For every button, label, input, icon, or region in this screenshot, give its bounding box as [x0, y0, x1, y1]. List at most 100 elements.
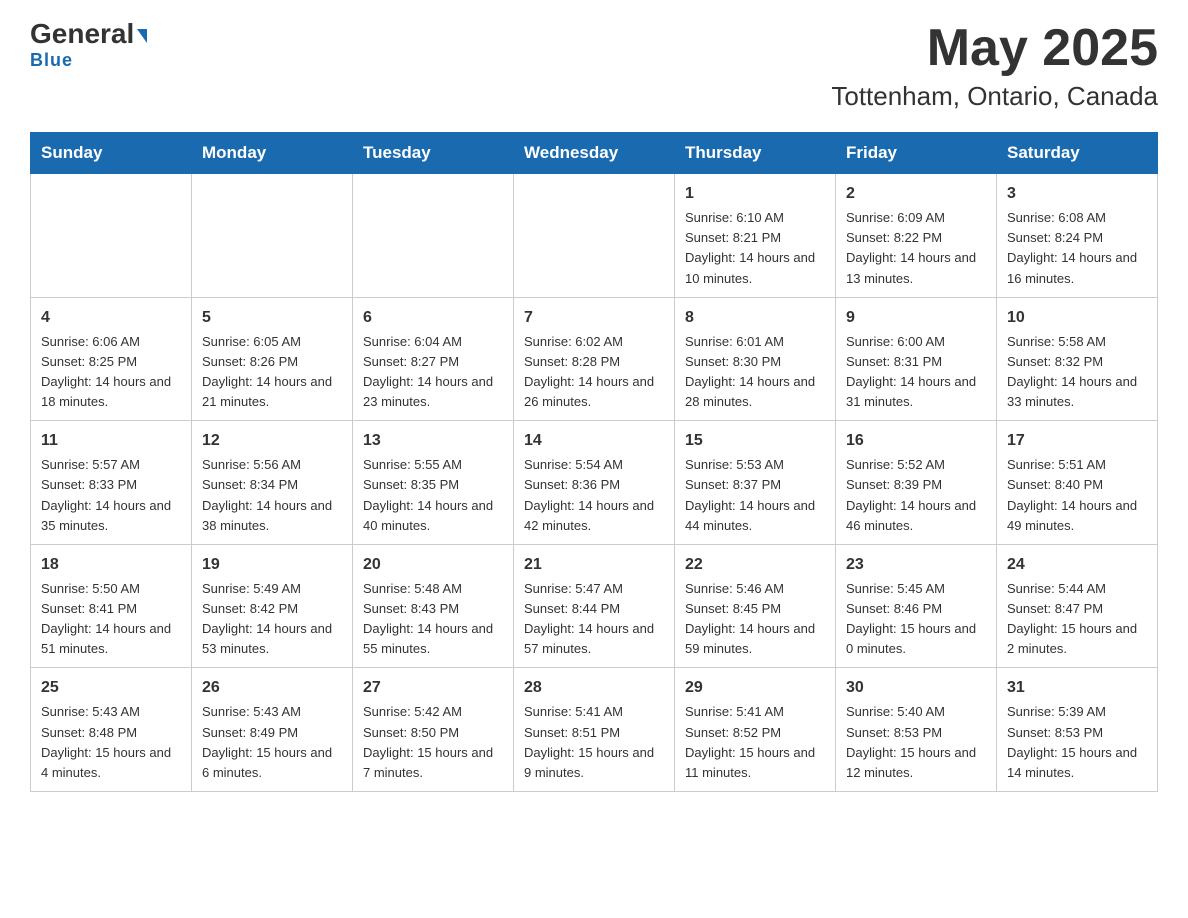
calendar-cell: 28Sunrise: 5:41 AMSunset: 8:51 PMDayligh…	[514, 668, 675, 792]
calendar-cell: 6Sunrise: 6:04 AMSunset: 8:27 PMDaylight…	[353, 297, 514, 421]
day-info: Sunrise: 5:54 AMSunset: 8:36 PMDaylight:…	[524, 455, 664, 536]
calendar-cell: 16Sunrise: 5:52 AMSunset: 8:39 PMDayligh…	[836, 421, 997, 545]
calendar-cell: 13Sunrise: 5:55 AMSunset: 8:35 PMDayligh…	[353, 421, 514, 545]
day-info: Sunrise: 5:58 AMSunset: 8:32 PMDaylight:…	[1007, 332, 1147, 413]
day-number: 23	[846, 553, 986, 577]
day-number: 30	[846, 676, 986, 700]
day-number: 25	[41, 676, 181, 700]
day-number: 2	[846, 182, 986, 206]
day-info: Sunrise: 5:56 AMSunset: 8:34 PMDaylight:…	[202, 455, 342, 536]
calendar-table: SundayMondayTuesdayWednesdayThursdayFrid…	[30, 132, 1158, 792]
calendar-cell: 17Sunrise: 5:51 AMSunset: 8:40 PMDayligh…	[997, 421, 1158, 545]
day-info: Sunrise: 6:06 AMSunset: 8:25 PMDaylight:…	[41, 332, 181, 413]
calendar-cell: 1Sunrise: 6:10 AMSunset: 8:21 PMDaylight…	[675, 174, 836, 298]
calendar-cell: 31Sunrise: 5:39 AMSunset: 8:53 PMDayligh…	[997, 668, 1158, 792]
calendar-cell: 10Sunrise: 5:58 AMSunset: 8:32 PMDayligh…	[997, 297, 1158, 421]
day-info: Sunrise: 6:01 AMSunset: 8:30 PMDaylight:…	[685, 332, 825, 413]
day-number: 5	[202, 306, 342, 330]
calendar-cell: 26Sunrise: 5:43 AMSunset: 8:49 PMDayligh…	[192, 668, 353, 792]
page-title: May 2025	[831, 20, 1158, 77]
calendar-cell: 5Sunrise: 6:05 AMSunset: 8:26 PMDaylight…	[192, 297, 353, 421]
day-number: 1	[685, 182, 825, 206]
day-info: Sunrise: 5:42 AMSunset: 8:50 PMDaylight:…	[363, 702, 503, 783]
day-number: 26	[202, 676, 342, 700]
calendar-cell: 14Sunrise: 5:54 AMSunset: 8:36 PMDayligh…	[514, 421, 675, 545]
calendar-cell: 8Sunrise: 6:01 AMSunset: 8:30 PMDaylight…	[675, 297, 836, 421]
calendar-body: 1Sunrise: 6:10 AMSunset: 8:21 PMDaylight…	[31, 174, 1158, 792]
logo: General Blue	[30, 20, 147, 71]
calendar-cell	[192, 174, 353, 298]
calendar-cell: 3Sunrise: 6:08 AMSunset: 8:24 PMDaylight…	[997, 174, 1158, 298]
day-number: 29	[685, 676, 825, 700]
day-info: Sunrise: 5:43 AMSunset: 8:49 PMDaylight:…	[202, 702, 342, 783]
day-number: 27	[363, 676, 503, 700]
calendar-cell: 24Sunrise: 5:44 AMSunset: 8:47 PMDayligh…	[997, 544, 1158, 668]
day-info: Sunrise: 5:51 AMSunset: 8:40 PMDaylight:…	[1007, 455, 1147, 536]
day-number: 20	[363, 553, 503, 577]
day-info: Sunrise: 5:48 AMSunset: 8:43 PMDaylight:…	[363, 579, 503, 660]
day-number: 7	[524, 306, 664, 330]
day-number: 16	[846, 429, 986, 453]
weekday-header-friday: Friday	[836, 133, 997, 174]
day-number: 17	[1007, 429, 1147, 453]
day-info: Sunrise: 5:45 AMSunset: 8:46 PMDaylight:…	[846, 579, 986, 660]
calendar-cell	[514, 174, 675, 298]
day-info: Sunrise: 5:43 AMSunset: 8:48 PMDaylight:…	[41, 702, 181, 783]
calendar-cell: 7Sunrise: 6:02 AMSunset: 8:28 PMDaylight…	[514, 297, 675, 421]
calendar-cell: 20Sunrise: 5:48 AMSunset: 8:43 PMDayligh…	[353, 544, 514, 668]
calendar-cell: 27Sunrise: 5:42 AMSunset: 8:50 PMDayligh…	[353, 668, 514, 792]
page-subtitle: Tottenham, Ontario, Canada	[831, 81, 1158, 112]
calendar-week-4: 18Sunrise: 5:50 AMSunset: 8:41 PMDayligh…	[31, 544, 1158, 668]
day-info: Sunrise: 6:02 AMSunset: 8:28 PMDaylight:…	[524, 332, 664, 413]
day-info: Sunrise: 6:05 AMSunset: 8:26 PMDaylight:…	[202, 332, 342, 413]
day-number: 18	[41, 553, 181, 577]
day-number: 6	[363, 306, 503, 330]
calendar-cell: 11Sunrise: 5:57 AMSunset: 8:33 PMDayligh…	[31, 421, 192, 545]
day-info: Sunrise: 5:52 AMSunset: 8:39 PMDaylight:…	[846, 455, 986, 536]
calendar-week-2: 4Sunrise: 6:06 AMSunset: 8:25 PMDaylight…	[31, 297, 1158, 421]
calendar-cell: 15Sunrise: 5:53 AMSunset: 8:37 PMDayligh…	[675, 421, 836, 545]
day-number: 11	[41, 429, 181, 453]
calendar-cell: 30Sunrise: 5:40 AMSunset: 8:53 PMDayligh…	[836, 668, 997, 792]
calendar-cell	[353, 174, 514, 298]
day-info: Sunrise: 5:40 AMSunset: 8:53 PMDaylight:…	[846, 702, 986, 783]
day-number: 12	[202, 429, 342, 453]
day-info: Sunrise: 5:55 AMSunset: 8:35 PMDaylight:…	[363, 455, 503, 536]
day-number: 22	[685, 553, 825, 577]
calendar-cell: 12Sunrise: 5:56 AMSunset: 8:34 PMDayligh…	[192, 421, 353, 545]
day-number: 24	[1007, 553, 1147, 577]
day-number: 19	[202, 553, 342, 577]
weekday-header-row: SundayMondayTuesdayWednesdayThursdayFrid…	[31, 133, 1158, 174]
calendar-cell: 18Sunrise: 5:50 AMSunset: 8:41 PMDayligh…	[31, 544, 192, 668]
day-info: Sunrise: 6:00 AMSunset: 8:31 PMDaylight:…	[846, 332, 986, 413]
logo-text: General	[30, 20, 147, 48]
day-number: 10	[1007, 306, 1147, 330]
day-number: 9	[846, 306, 986, 330]
day-info: Sunrise: 5:41 AMSunset: 8:52 PMDaylight:…	[685, 702, 825, 783]
day-number: 4	[41, 306, 181, 330]
day-number: 3	[1007, 182, 1147, 206]
weekday-header-sunday: Sunday	[31, 133, 192, 174]
day-number: 13	[363, 429, 503, 453]
day-info: Sunrise: 5:53 AMSunset: 8:37 PMDaylight:…	[685, 455, 825, 536]
day-info: Sunrise: 6:10 AMSunset: 8:21 PMDaylight:…	[685, 208, 825, 289]
day-number: 31	[1007, 676, 1147, 700]
calendar-week-5: 25Sunrise: 5:43 AMSunset: 8:48 PMDayligh…	[31, 668, 1158, 792]
day-info: Sunrise: 5:57 AMSunset: 8:33 PMDaylight:…	[41, 455, 181, 536]
calendar-week-1: 1Sunrise: 6:10 AMSunset: 8:21 PMDaylight…	[31, 174, 1158, 298]
day-number: 28	[524, 676, 664, 700]
page-header: General Blue May 2025 Tottenham, Ontario…	[30, 20, 1158, 112]
day-info: Sunrise: 5:46 AMSunset: 8:45 PMDaylight:…	[685, 579, 825, 660]
day-info: Sunrise: 5:41 AMSunset: 8:51 PMDaylight:…	[524, 702, 664, 783]
day-number: 8	[685, 306, 825, 330]
calendar-cell: 29Sunrise: 5:41 AMSunset: 8:52 PMDayligh…	[675, 668, 836, 792]
calendar-cell: 21Sunrise: 5:47 AMSunset: 8:44 PMDayligh…	[514, 544, 675, 668]
calendar-cell: 2Sunrise: 6:09 AMSunset: 8:22 PMDaylight…	[836, 174, 997, 298]
day-info: Sunrise: 5:50 AMSunset: 8:41 PMDaylight:…	[41, 579, 181, 660]
calendar-cell: 19Sunrise: 5:49 AMSunset: 8:42 PMDayligh…	[192, 544, 353, 668]
weekday-header-wednesday: Wednesday	[514, 133, 675, 174]
calendar-header: SundayMondayTuesdayWednesdayThursdayFrid…	[31, 133, 1158, 174]
calendar-week-3: 11Sunrise: 5:57 AMSunset: 8:33 PMDayligh…	[31, 421, 1158, 545]
weekday-header-thursday: Thursday	[675, 133, 836, 174]
calendar-cell: 22Sunrise: 5:46 AMSunset: 8:45 PMDayligh…	[675, 544, 836, 668]
